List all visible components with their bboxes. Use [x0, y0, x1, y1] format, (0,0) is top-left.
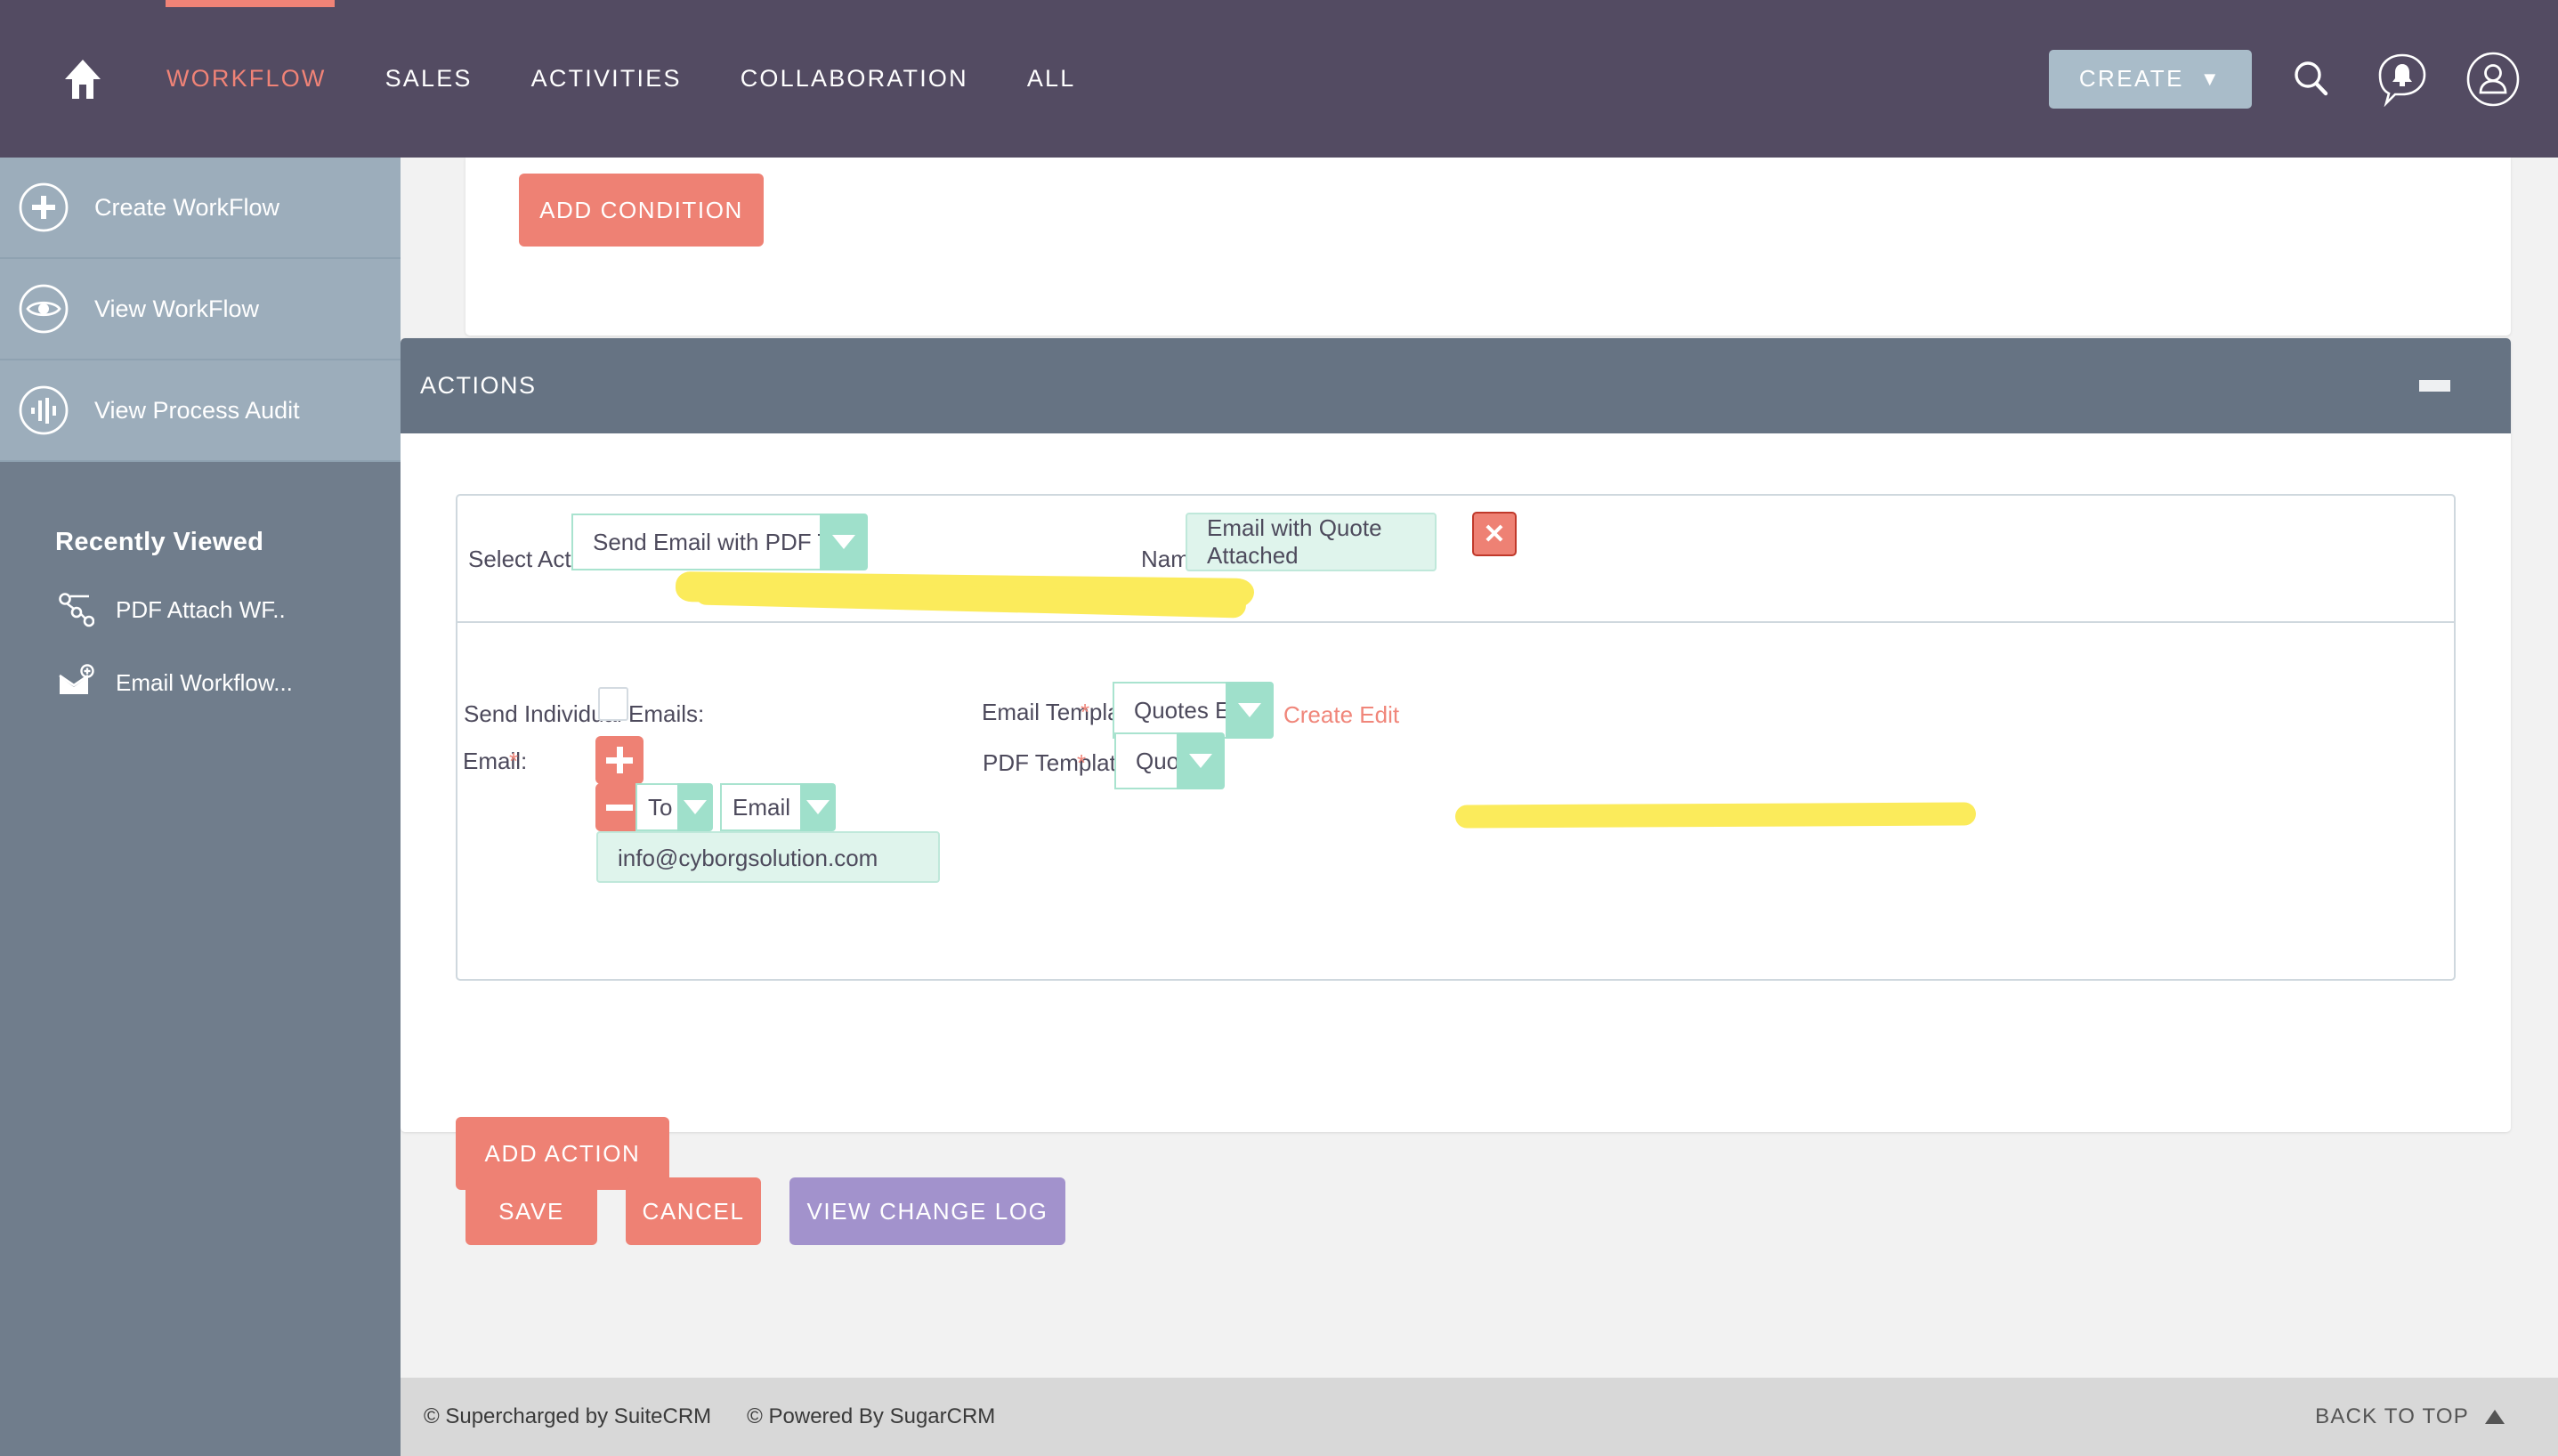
recipient-field-value: Email: [720, 783, 800, 831]
eye-icon: [16, 281, 71, 336]
pdf-template-label: PDF Template:: [983, 749, 1136, 776]
chevron-down-icon: ▼: [2199, 67, 2222, 90]
nav-item-sales[interactable]: SALES: [356, 65, 502, 93]
view-change-log-button[interactable]: VIEW CHANGE LOG: [789, 1177, 1065, 1245]
app-window: WORKFLOW SALES ACTIVITIES COLLABORATION …: [0, 0, 2558, 1456]
create-button-label: CREATE: [2078, 65, 2184, 92]
add-condition-button[interactable]: ADD CONDITION: [519, 174, 764, 247]
sidebar-item-label: Create WorkFlow: [94, 193, 280, 221]
actions-panel-title: ACTIONS: [420, 372, 537, 399]
action-card-row-details: Send Individual Emails: Email: * To Emai…: [457, 623, 2454, 979]
recent-item-label: PDF Attach WF..: [116, 595, 286, 623]
workflow-node-icon: [55, 589, 96, 630]
recent-item-pdf-attach-wf[interactable]: PDF Attach WF..: [0, 557, 401, 630]
nav-item-all[interactable]: ALL: [998, 65, 1105, 93]
sidebar: Create WorkFlow View WorkFlow View Proce…: [0, 158, 401, 1378]
main-content: ADD CONDITION ACTIONS Select Action: Sen…: [401, 158, 2558, 1378]
chevron-down-icon: [677, 783, 713, 831]
user-profile-icon[interactable]: [2462, 48, 2524, 110]
action-card-row-primary: Select Action: Send Email with PDF Templ…: [457, 496, 2454, 623]
chevron-down-icon: [820, 514, 868, 570]
footer-credits: © Supercharged by SuiteCRM © Powered By …: [424, 1404, 995, 1429]
actions-panel-body: Select Action: Send Email with PDF Templ…: [401, 494, 2511, 1190]
select-action-value: Send Email with PDF Template Attachment: [571, 514, 820, 570]
sidebar-item-label: View Process Audit: [94, 396, 300, 424]
nav-actions: CREATE ▼: [2048, 0, 2524, 158]
cancel-button[interactable]: CANCEL: [626, 1177, 761, 1245]
send-individual-emails-label: Send Individual Emails:: [464, 700, 705, 727]
audit-waveform-icon: [16, 383, 71, 438]
action-name-input[interactable]: Email with Quote Attached: [1186, 513, 1437, 571]
footer-sidebar-filler: [0, 1378, 401, 1456]
top-navigation-bar: WORKFLOW SALES ACTIVITIES COLLABORATION …: [0, 0, 2558, 158]
send-individual-emails-checkbox[interactable]: [598, 687, 628, 721]
recipient-address-input[interactable]: info@cyborgsolution.com: [596, 831, 940, 883]
save-button[interactable]: SAVE: [465, 1177, 597, 1245]
actions-panel: ACTIONS Select Action: Send Email with P…: [401, 338, 2511, 1190]
recently-viewed-title: Recently Viewed: [55, 528, 264, 556]
pdf-template-dropdown[interactable]: Quote Details PDF: [1114, 732, 1225, 789]
form-action-buttons: SAVE CANCEL VIEW CHANGE LOG: [465, 1177, 1065, 1245]
sidebar-item-view-process-audit[interactable]: View Process Audit: [0, 360, 401, 462]
home-icon[interactable]: [53, 50, 112, 109]
recent-item-email-workflow[interactable]: Email Workflow...: [0, 630, 401, 703]
plus-circle-icon: [16, 180, 71, 235]
footer-sugarcrm-credit[interactable]: © Powered By SugarCRM: [747, 1404, 995, 1429]
nav-item-collaboration[interactable]: COLLABORATION: [711, 65, 998, 93]
recipient-type-dropdown[interactable]: To: [635, 783, 713, 831]
notification-bell-icon[interactable]: [2371, 48, 2433, 110]
conditions-panel: ADD CONDITION: [465, 158, 2511, 336]
sidebar-item-view-workflow[interactable]: View WorkFlow: [0, 259, 401, 360]
recipient-type-value: To: [635, 783, 677, 831]
minus-collapse-icon[interactable]: [2419, 380, 2450, 392]
chevron-down-icon: [1226, 682, 1274, 739]
close-icon[interactable]: ✕: [1472, 512, 1517, 556]
chevron-down-icon: [800, 783, 836, 831]
email-plus-icon: [55, 662, 96, 703]
footer: © Supercharged by SuiteCRM © Powered By …: [401, 1378, 2558, 1456]
select-action-dropdown[interactable]: Send Email with PDF Template Attachment: [571, 514, 868, 570]
pdf-template-required-marker: *: [1077, 749, 1087, 776]
sidebar-item-create-workflow[interactable]: Create WorkFlow: [0, 158, 401, 259]
back-to-top-label: BACK TO TOP: [2315, 1404, 2469, 1428]
pdf-template-value: Quote Details PDF: [1114, 732, 1177, 789]
nav-item-workflow[interactable]: WORKFLOW: [137, 65, 356, 93]
recent-item-label: Email Workflow...: [116, 668, 293, 696]
footer-suitecrm-credit[interactable]: © Supercharged by SuiteCRM: [424, 1404, 711, 1429]
back-to-top-button[interactable]: BACK TO TOP: [2315, 1404, 2505, 1429]
email-required-marker: *: [509, 748, 519, 774]
add-recipient-button[interactable]: [595, 736, 644, 784]
search-icon[interactable]: [2280, 48, 2343, 110]
sidebar-item-label: View WorkFlow: [94, 295, 260, 322]
email-template-create-edit-link[interactable]: Create Edit: [1283, 701, 1399, 729]
triangle-up-icon: [2485, 1410, 2505, 1424]
email-template-required-marker: *: [1081, 699, 1090, 725]
create-button[interactable]: CREATE ▼: [2048, 49, 2252, 109]
recipient-field-dropdown[interactable]: Email: [720, 783, 836, 831]
actions-panel-header: ACTIONS: [401, 338, 2511, 433]
action-card: Select Action: Send Email with PDF Templ…: [456, 494, 2456, 981]
nav-links: WORKFLOW SALES ACTIVITIES COLLABORATION …: [53, 0, 1105, 158]
email-template-value: Quotes Estimate: [1113, 682, 1226, 739]
chevron-down-icon: [1177, 732, 1225, 789]
nav-item-activities[interactable]: ACTIVITIES: [502, 65, 711, 93]
email-template-dropdown[interactable]: Quotes Estimate: [1113, 682, 1274, 739]
